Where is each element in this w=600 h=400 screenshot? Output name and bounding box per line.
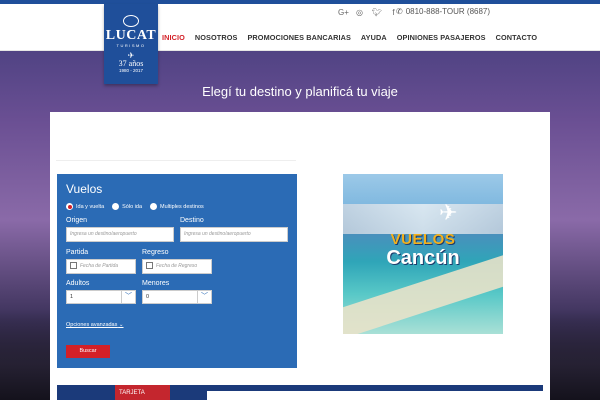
logo-range: 1980 - 2017 <box>118 68 144 73</box>
page-headline: Elegí tu destino y planificá tu viaje <box>202 84 398 99</box>
chevron-down-icon: ⌄ <box>118 322 124 328</box>
trip-type-group: Ida y vuelta Sólo ida Multiples destinos <box>66 203 204 210</box>
radio-label: Multiples destinos <box>160 203 204 210</box>
promo-city-skyline <box>343 204 503 234</box>
phone-icon: ✆ <box>396 7 403 16</box>
logo-years: 37 años <box>118 59 144 68</box>
return-date-input[interactable]: Fecha de Regreso <box>142 259 212 274</box>
airplane-icon: ✈ <box>439 200 458 225</box>
calendar-icon <box>146 262 153 270</box>
flight-search-form: Vuelos Ida y vuelta Sólo ida Multiples d… <box>57 174 297 368</box>
minors-value: 0 <box>146 294 150 300</box>
logo[interactable]: LUCAT TURISMO ✈ 37 años 1980 - 2017 <box>104 4 158 84</box>
globe-icon <box>123 15 139 27</box>
card-tag[interactable]: TARJETA <box>115 385 170 400</box>
promo-banner-cancun[interactable]: ✈ VUELOS Cancún <box>343 174 503 334</box>
top-bar: G+ ◎ 🐦︎ f ✆ 0810-888-TOUR (8687) <box>0 0 600 24</box>
adults-select[interactable]: 1 ﹀ <box>66 290 136 304</box>
instagram-icon[interactable]: ◎ <box>355 8 364 17</box>
origin-label: Origen <box>66 217 88 224</box>
logo-name: LUCAT <box>105 28 157 43</box>
main-nav: INICIO NOSOTROS PROMOCIONES BANCARIAS AY… <box>0 24 600 51</box>
radio-one-way[interactable]: Sólo ida <box>112 203 142 210</box>
radio-indicator[interactable] <box>112 203 120 210</box>
chevron-down-icon[interactable]: ﹀ <box>121 291 135 303</box>
radio-label: Sólo ida <box>122 203 143 210</box>
nav-item-nosotros[interactable]: NOSOTROS <box>190 24 243 51</box>
bottom-banner: TARJETA <box>57 385 543 400</box>
divider <box>56 160 296 161</box>
return-label: Regreso <box>142 249 169 256</box>
nav-item-inicio[interactable]: INICIO <box>156 24 190 51</box>
bottom-white-block <box>207 391 543 400</box>
advanced-options-link[interactable]: Opciones avanzadas ⌄ <box>66 322 124 328</box>
radio-indicator[interactable] <box>150 203 158 210</box>
departure-date-input[interactable]: Fecha de Partida <box>66 259 136 274</box>
promo-line2: Cancún <box>386 247 460 269</box>
promo-line1: VUELOS <box>390 231 456 248</box>
search-button[interactable]: Buscar <box>66 345 110 358</box>
origin-input[interactable]: Ingresa un destino/aeropuerto <box>66 227 174 242</box>
radio-multi-destination[interactable]: Multiples destinos <box>150 203 204 210</box>
phone-contact[interactable]: ✆ 0810-888-TOUR (8687) <box>396 7 490 16</box>
minors-select[interactable]: 0 ﹀ <box>142 290 212 304</box>
departure-placeholder: Fecha de Partida <box>80 263 119 269</box>
nav-item-promociones-bancarias[interactable]: PROMOCIONES BANCARIAS <box>242 24 355 51</box>
destination-input[interactable]: Ingresa un destino/aeropuerto <box>180 227 288 242</box>
radio-round-trip[interactable]: Ida y vuelta <box>66 203 104 210</box>
google-plus-icon[interactable]: G+ <box>338 8 349 17</box>
twitter-icon[interactable]: 🐦︎ <box>372 8 382 17</box>
adults-value: 1 <box>70 294 74 300</box>
top-strip <box>0 0 600 4</box>
adults-label: Adultos <box>66 280 90 287</box>
phone-number: 0810-888-TOUR (8687) <box>405 7 491 16</box>
form-title: Vuelos <box>66 182 103 196</box>
nav-item-ayuda[interactable]: AYUDA <box>356 24 392 51</box>
chevron-down-icon[interactable]: ﹀ <box>197 291 211 303</box>
radio-label: Ida y vuelta <box>76 203 105 210</box>
advanced-options-label: Opciones avanzadas <box>66 322 118 328</box>
nav-item-contacto[interactable]: CONTACTO <box>491 24 542 51</box>
destination-label: Destino <box>180 217 204 224</box>
departure-label: Partida <box>66 249 89 256</box>
radio-indicator[interactable] <box>66 203 73 210</box>
minors-label: Menores <box>142 280 170 287</box>
nav-item-opiniones-pasajeros[interactable]: OPINIONES PASAJEROS <box>392 24 491 51</box>
social-links: G+ ◎ 🐦︎ f <box>338 8 398 17</box>
return-placeholder: Fecha de Regreso <box>156 263 198 269</box>
calendar-icon <box>70 262 77 270</box>
